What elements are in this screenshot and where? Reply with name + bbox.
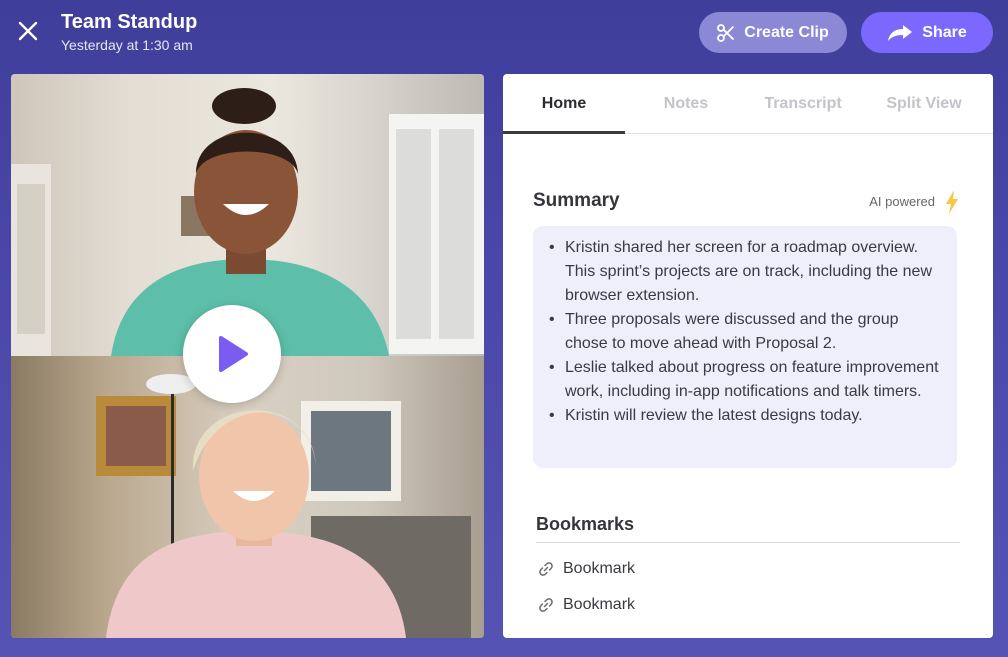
tab-split-view[interactable]: Split View: [863, 74, 985, 134]
details-panel: Home Notes Transcript Split View Summary…: [503, 74, 993, 638]
tab-transcript[interactable]: Transcript: [743, 74, 863, 134]
bookmark-label: Bookmark: [563, 596, 636, 613]
play-icon: [219, 336, 248, 372]
share-button[interactable]: Share: [861, 12, 993, 53]
bookmark-label: Bookmark: [563, 560, 636, 577]
summary-item: Leslie talked about progress on feature …: [547, 356, 939, 404]
summary-item: Three proposals were discussed and the g…: [547, 308, 939, 356]
scissors-icon: [717, 23, 735, 42]
video-player[interactable]: [11, 74, 484, 638]
tab-split-view-label: Split View: [886, 95, 962, 112]
tab-bar: Home Notes Transcript Split View: [503, 74, 993, 134]
link-icon: [539, 562, 553, 576]
active-tab-indicator: [503, 131, 625, 134]
bookmark-item[interactable]: Bookmark: [538, 596, 635, 614]
close-icon: [18, 21, 38, 41]
ai-powered-label: AI powered: [869, 194, 935, 209]
tab-notes-label: Notes: [663, 95, 709, 112]
bookmark-item[interactable]: Bookmark: [538, 560, 635, 578]
close-button[interactable]: [14, 17, 42, 45]
summary-heading: Summary: [533, 190, 620, 211]
tab-home[interactable]: Home: [503, 74, 625, 134]
bookmarks-divider: [536, 542, 960, 543]
tab-transcript-label: Transcript: [764, 95, 842, 112]
create-clip-button[interactable]: Create Clip: [699, 12, 847, 53]
bookmarks-heading: Bookmarks: [536, 514, 635, 534]
meeting-time: Yesterday at 1:30 am: [61, 37, 193, 53]
title-block: Team Standup Yesterday at 1:30 am: [61, 10, 197, 54]
summary-item: Kristin will review the latest designs t…: [547, 404, 939, 428]
play-button[interactable]: [183, 305, 281, 403]
summary-list: Kristin shared her screen for a roadmap …: [547, 236, 939, 428]
tab-notes[interactable]: Notes: [625, 74, 747, 134]
lightning-icon: [946, 190, 958, 214]
tab-home-label: Home: [541, 95, 587, 112]
link-icon: [539, 598, 553, 612]
share-label: Share: [922, 23, 967, 41]
create-clip-label: Create Clip: [744, 23, 829, 41]
share-arrow-icon: [888, 24, 913, 41]
summary-item: Kristin shared her screen for a roadmap …: [547, 236, 939, 308]
page-title: Team Standup: [61, 11, 198, 33]
summary-box: Kristin shared her screen for a roadmap …: [533, 226, 957, 468]
